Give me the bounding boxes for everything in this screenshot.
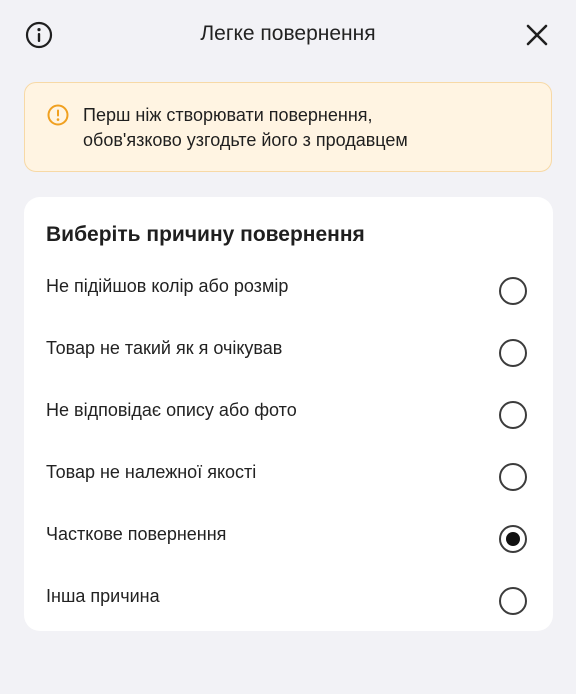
reason-option-label: Часткове повернення <box>46 524 227 544</box>
reason-option-label: Товар не належної якості <box>46 462 257 482</box>
seller-agreement-notice: Перш ніж створювати повернення, обов'язк… <box>24 82 552 172</box>
notice-text: Перш ніж створювати повернення, обов'язк… <box>83 103 533 153</box>
return-reason-card: Виберіть причину повернення Не підійшов … <box>24 197 553 631</box>
notice-line-1: Перш ніж створювати повернення, <box>83 105 373 125</box>
close-icon <box>526 24 548 46</box>
radio-button[interactable] <box>499 401 527 429</box>
reason-option[interactable]: Не відповідає опису або фото <box>24 398 553 460</box>
radio-button[interactable] <box>499 463 527 491</box>
close-button[interactable] <box>522 20 552 50</box>
reason-section-title: Виберіть причину повернення <box>46 223 365 246</box>
radio-button-selected[interactable] <box>499 525 527 553</box>
reason-option[interactable]: Інша причина <box>24 584 553 646</box>
reason-option-label: Товар не такий як я очікував <box>46 338 283 358</box>
reason-option-label: Не підійшов колір або розмір <box>46 276 289 296</box>
reason-option[interactable]: Часткове повернення <box>24 522 553 584</box>
radio-button[interactable] <box>499 339 527 367</box>
radio-button[interactable] <box>499 587 527 615</box>
reason-option-label: Інша причина <box>46 586 160 606</box>
radio-button[interactable] <box>499 277 527 305</box>
reason-option-label: Не відповідає опису або фото <box>46 400 297 420</box>
page-title: Легке повернення <box>200 22 376 45</box>
reason-option[interactable]: Не підійшов колір або розмір <box>24 274 553 336</box>
reason-option[interactable]: Товар не такий як я очікував <box>24 336 553 398</box>
notice-line-2: обов'язково узгодьте його з продавцем <box>83 130 408 150</box>
warning-info-icon <box>47 104 69 126</box>
reason-option[interactable]: Товар не належної якості <box>24 460 553 522</box>
modal-header: Легке повернення <box>0 0 576 68</box>
